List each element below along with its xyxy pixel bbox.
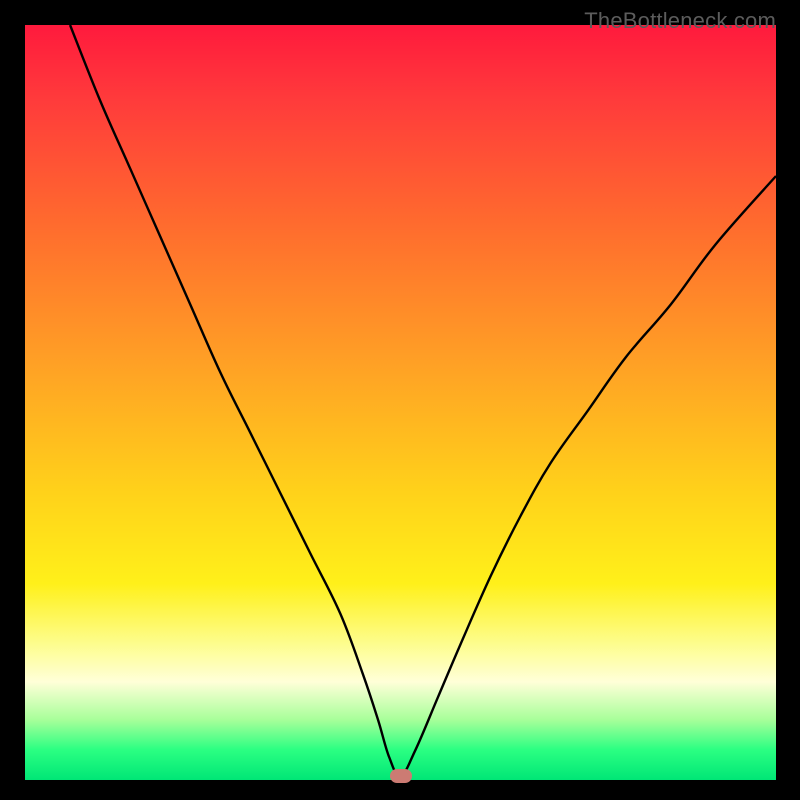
bottleneck-curve [25,25,776,780]
curve-path [70,25,776,776]
optimum-marker [390,769,412,783]
watermark-text: TheBottleneck.com [584,8,776,34]
chart-plot-area [25,25,776,780]
chart-frame: TheBottleneck.com [0,0,800,800]
